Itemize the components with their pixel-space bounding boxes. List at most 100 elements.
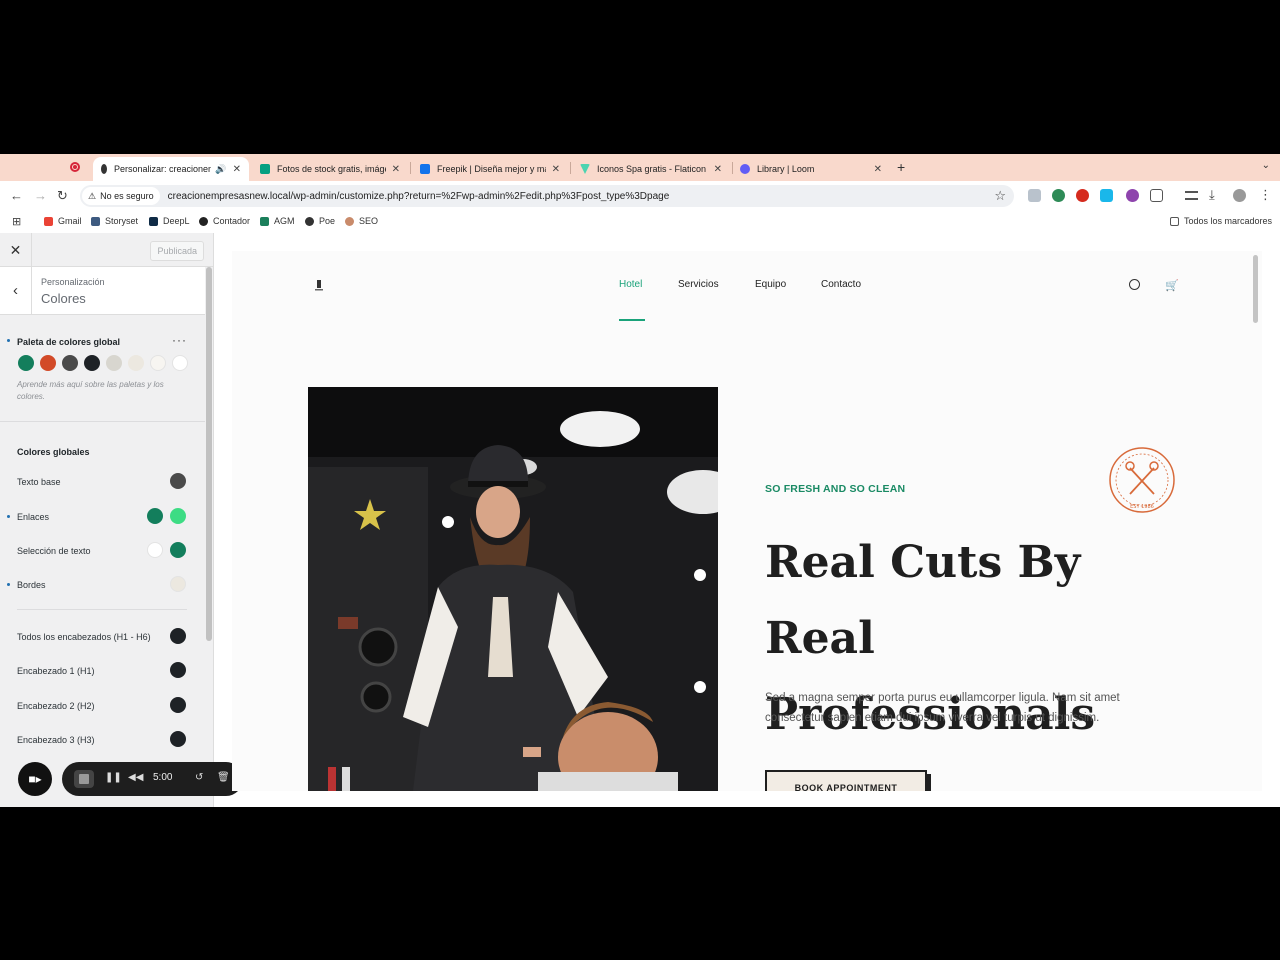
color-row-label: Encabezado 3 (H3) [17,735,95,745]
color-picker-dot[interactable] [147,542,163,558]
omnibox[interactable]: ⚠ No es seguro creacionempresasnew.local… [80,185,1014,207]
customizer-sidebar: ✕ Publicada ‹ Personalización Colores Pa… [0,233,214,807]
tab-loom[interactable]: Library | Loom ✕ [732,157,890,181]
extension-s-icon[interactable] [1076,189,1089,202]
tab-flaticon[interactable]: Iconos Spa gratis - Flaticon ✕ [572,157,730,181]
changed-indicator-icon [7,583,10,586]
palette-swatch-7[interactable] [150,355,166,371]
forward-arrow-icon[interactable]: → [34,188,47,203]
pause-icon[interactable]: ❚❚ [105,772,122,783]
back-arrow-icon[interactable]: ← [10,188,23,203]
gmail-icon [44,216,53,226]
profile-avatar[interactable] [1233,189,1246,202]
changed-indicator-icon [7,515,10,518]
back-chevron-icon[interactable]: ‹ [0,267,32,315]
nav-hotel[interactable]: Hotel [619,279,642,290]
freepik-icon [420,164,430,174]
bookmark-agm[interactable]: AGM [260,216,295,226]
color-picker-dot[interactable] [170,731,186,747]
nav-contacto[interactable]: Contacto [821,279,861,290]
tab-close-icon[interactable]: ✕ [552,164,560,175]
section-title: Colores [41,291,86,306]
color-row-label: Selección de texto [17,546,91,556]
color-picker-dot[interactable] [170,473,186,489]
agm-icon [260,216,269,226]
rewind-icon[interactable]: ◀◀ [128,772,143,783]
palette-swatch-6[interactable] [128,355,144,371]
audio-icon[interactable]: 🔊 [215,164,226,175]
palette-swatch-5[interactable] [106,355,122,371]
nav-servicios[interactable]: Servicios [678,279,719,290]
palette-help-text: Aprende más aquí sobre las paletas y los… [17,380,164,401]
flaticon-icon [580,164,590,174]
extensions-puzzle-icon[interactable] [1150,189,1163,202]
vimeo-icon[interactable] [1100,189,1113,202]
hero-eyebrow: SO FRESH AND SO CLEAN [765,483,906,495]
bookmark-storyset[interactable]: Storyset [91,216,138,226]
kebab-menu-icon[interactable]: ⋮ [1259,187,1272,203]
reload-icon[interactable]: ↻ [57,188,68,204]
site-logo[interactable] [312,278,326,292]
bookmark-deepl[interactable]: DeepL [149,216,190,226]
breadcrumb: Personalización [41,277,105,287]
apps-grid-icon[interactable]: ⊞ [12,215,21,228]
extension-green-icon[interactable] [1052,189,1065,202]
download-icon[interactable]: ⤓ [1209,187,1215,203]
palette-swatch-4[interactable] [84,355,100,371]
changed-indicator-icon [7,339,10,342]
customizer-header: ✕ Publicada [0,233,214,267]
extension-devtools-icon[interactable] [1028,189,1041,202]
nav-equipo[interactable]: Equipo [755,279,786,290]
sidebar-scrollbar[interactable] [206,267,212,641]
bookmark-contador[interactable]: Contador [199,216,250,226]
color-picker-dot[interactable] [170,697,186,713]
tab-pexels[interactable]: Fotos de stock gratis, imágen ✕ [252,157,408,181]
restart-icon[interactable]: ↺ [195,772,203,783]
new-tab-button[interactable]: + [897,159,905,175]
palette-swatch-3[interactable] [62,355,78,371]
tab-close-icon[interactable]: ✕ [874,164,882,175]
preview-scrollbar[interactable] [1253,255,1258,323]
tab-freepik[interactable]: Freepik | Diseña mejor y más ✕ [412,157,568,181]
tab-search-chevron-icon[interactable]: ⌄ [1262,160,1270,171]
bookmark-seo[interactable]: SEO [345,216,378,226]
stop-icon[interactable] [74,770,94,788]
cart-icon[interactable]: 🛒 [1165,279,1179,292]
palette-swatch-8[interactable] [172,355,188,371]
close-icon[interactable]: ✕ [0,233,32,267]
color-picker-dot[interactable] [170,508,186,524]
tab-close-icon[interactable]: ✕ [714,164,722,175]
bookmark-gmail[interactable]: Gmail [44,216,82,226]
palette-title: Paleta de colores global [17,337,121,347]
color-row-label: Enlaces [17,512,50,522]
color-row-label: Todos los encabezados (H1 - H6) [17,632,151,642]
security-chip[interactable]: ⚠ No es seguro [82,187,160,205]
global-colors-title: Colores globales [17,447,90,457]
color-picker-dot[interactable] [147,508,163,524]
tab-close-icon[interactable]: ✕ [233,164,241,175]
tab-strip: Personalizar: creacionem 🔊 ✕ Fotos de st… [0,154,1280,181]
bookmark-poe[interactable]: Poe [305,216,335,226]
more-options-icon[interactable]: ··· [172,333,187,347]
all-bookmarks[interactable]: Todos los marcadores [1170,216,1272,226]
color-picker-dot[interactable] [170,542,186,558]
user-account-icon[interactable] [1129,279,1140,290]
tab-customizer[interactable]: Personalizar: creacionem 🔊 ✕ [93,157,249,181]
reading-list-icon[interactable] [1185,191,1198,200]
color-picker-dot[interactable] [170,662,186,678]
tab-close-icon[interactable]: ✕ [392,164,400,175]
color-picker-dot[interactable] [170,576,186,592]
url-text[interactable]: creacionempresasnew.local/wp-admin/custo… [168,191,670,202]
stamp-text: EST 1986 [1130,504,1154,510]
book-appointment-button[interactable]: BOOK APPOINTMENT [765,770,927,791]
bookmark-star-icon[interactable]: ☆ [994,188,1006,204]
published-button[interactable]: Publicada [150,241,204,261]
trash-icon[interactable]: 🗑 [217,772,230,783]
color-picker-dot[interactable] [170,628,186,644]
palette-swatch-1[interactable] [18,355,34,371]
extension-gear-icon[interactable] [1126,189,1139,202]
color-row-label: Encabezado 1 (H1) [17,666,95,676]
loom-camera-icon[interactable]: ■▸ [18,762,52,796]
hero-barber-photo [308,387,718,791]
palette-swatch-2[interactable] [40,355,56,371]
